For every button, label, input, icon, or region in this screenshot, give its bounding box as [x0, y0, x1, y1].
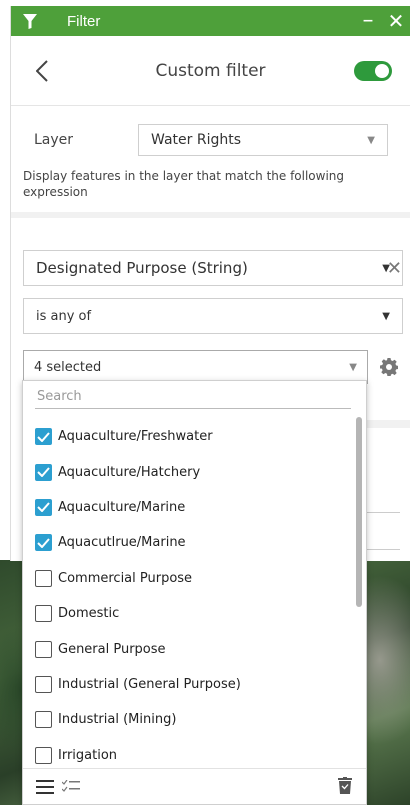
option-label: Industrial (General Purpose) [58, 676, 241, 692]
options-list: Aquaculture/Freshwater Aquaculture/Hatche… [23, 419, 353, 773]
section-divider [11, 212, 410, 218]
search-input[interactable] [35, 385, 351, 409]
toggle-knob [375, 64, 389, 78]
operator-select-value: is any of [36, 308, 92, 324]
option-item[interactable]: General Purpose [23, 631, 353, 666]
dropdown-footer [23, 768, 366, 804]
option-item[interactable]: Aquacutlrue/Marine [23, 525, 353, 560]
selected-list-icon[interactable] [61, 777, 81, 797]
back-arrow-icon[interactable] [27, 56, 57, 86]
option-item[interactable]: Commercial Purpose [23, 561, 353, 596]
option-label: Irrigation [58, 747, 118, 763]
dropdown-search-wrap [23, 381, 366, 409]
filter-funnel-icon [23, 12, 43, 30]
option-label: Aquacutlrue/Marine [58, 535, 186, 551]
list-view-icon[interactable] [35, 777, 55, 797]
option-item[interactable]: Domestic [23, 596, 353, 631]
checkbox-checked[interactable] [35, 498, 52, 516]
checkbox-checked[interactable] [35, 428, 52, 446]
option-item[interactable]: Aquaculture/Freshwater [23, 419, 353, 454]
scrollbar[interactable] [356, 417, 362, 765]
scrollbar-thumb[interactable] [356, 417, 362, 607]
option-item[interactable]: Aquaculture/Marine [23, 490, 353, 525]
trash-icon[interactable] [338, 777, 352, 798]
panel-title: Filter [67, 12, 101, 30]
checkbox[interactable] [35, 640, 52, 658]
panel-titlebar: Filter – ✕ [11, 6, 410, 36]
option-label: General Purpose [58, 641, 166, 657]
checkbox[interactable] [35, 675, 52, 693]
option-label: Aquaculture/Freshwater [58, 429, 213, 445]
option-item[interactable]: Aquaculture/Hatchery [23, 454, 353, 489]
values-select-summary: 4 selected [34, 359, 102, 375]
close-panel-button[interactable]: ✕ [382, 9, 410, 33]
field-select[interactable]: Designated Purpose (String) ▼ [23, 250, 403, 286]
field-select-value: Designated Purpose (String) [36, 259, 248, 277]
layer-select-value: Water Rights [151, 132, 241, 148]
checkbox-checked[interactable] [35, 463, 52, 481]
chevron-down-icon: ▼ [349, 361, 357, 373]
option-item[interactable]: Industrial (Mining) [23, 702, 353, 737]
filter-toggle[interactable] [354, 61, 392, 81]
filter-header: Custom filter [11, 36, 410, 106]
checkbox[interactable] [35, 569, 52, 587]
expression-description: Display features in the layer that match… [23, 169, 345, 199]
header-title: Custom filter [155, 60, 266, 81]
values-dropdown: Aquaculture/Freshwater Aquaculture/Hatche… [22, 380, 367, 805]
option-label: Aquaculture/Hatchery [58, 464, 201, 480]
operator-select[interactable]: is any of ▼ [23, 298, 403, 334]
layer-row: Layer Water Rights ▼ [11, 106, 410, 156]
option-label: Industrial (Mining) [58, 712, 177, 728]
option-label: Domestic [58, 606, 120, 622]
checkbox[interactable] [35, 746, 52, 764]
checkbox-checked[interactable] [35, 534, 52, 552]
remove-expression-icon[interactable]: ✕ [387, 258, 402, 279]
gear-icon[interactable] [380, 358, 399, 377]
chevron-down-icon: ▼ [367, 134, 375, 146]
option-label: Aquaculture/Marine [58, 499, 186, 515]
chevron-down-icon: ▼ [382, 310, 390, 322]
section-divider-edge [364, 420, 410, 428]
option-label: Commercial Purpose [58, 570, 193, 586]
option-item[interactable]: Industrial (General Purpose) [23, 667, 353, 702]
layer-label: Layer [34, 132, 74, 148]
values-row: 4 selected ▼ [23, 350, 399, 384]
minimize-button[interactable]: – [354, 10, 382, 32]
checkbox[interactable] [35, 711, 52, 729]
expression-block: ✕ Designated Purpose (String) ▼ is any o… [11, 250, 410, 384]
layer-select[interactable]: Water Rights ▼ [138, 124, 388, 156]
values-select[interactable]: 4 selected ▼ [23, 350, 368, 384]
checkbox[interactable] [35, 605, 52, 623]
